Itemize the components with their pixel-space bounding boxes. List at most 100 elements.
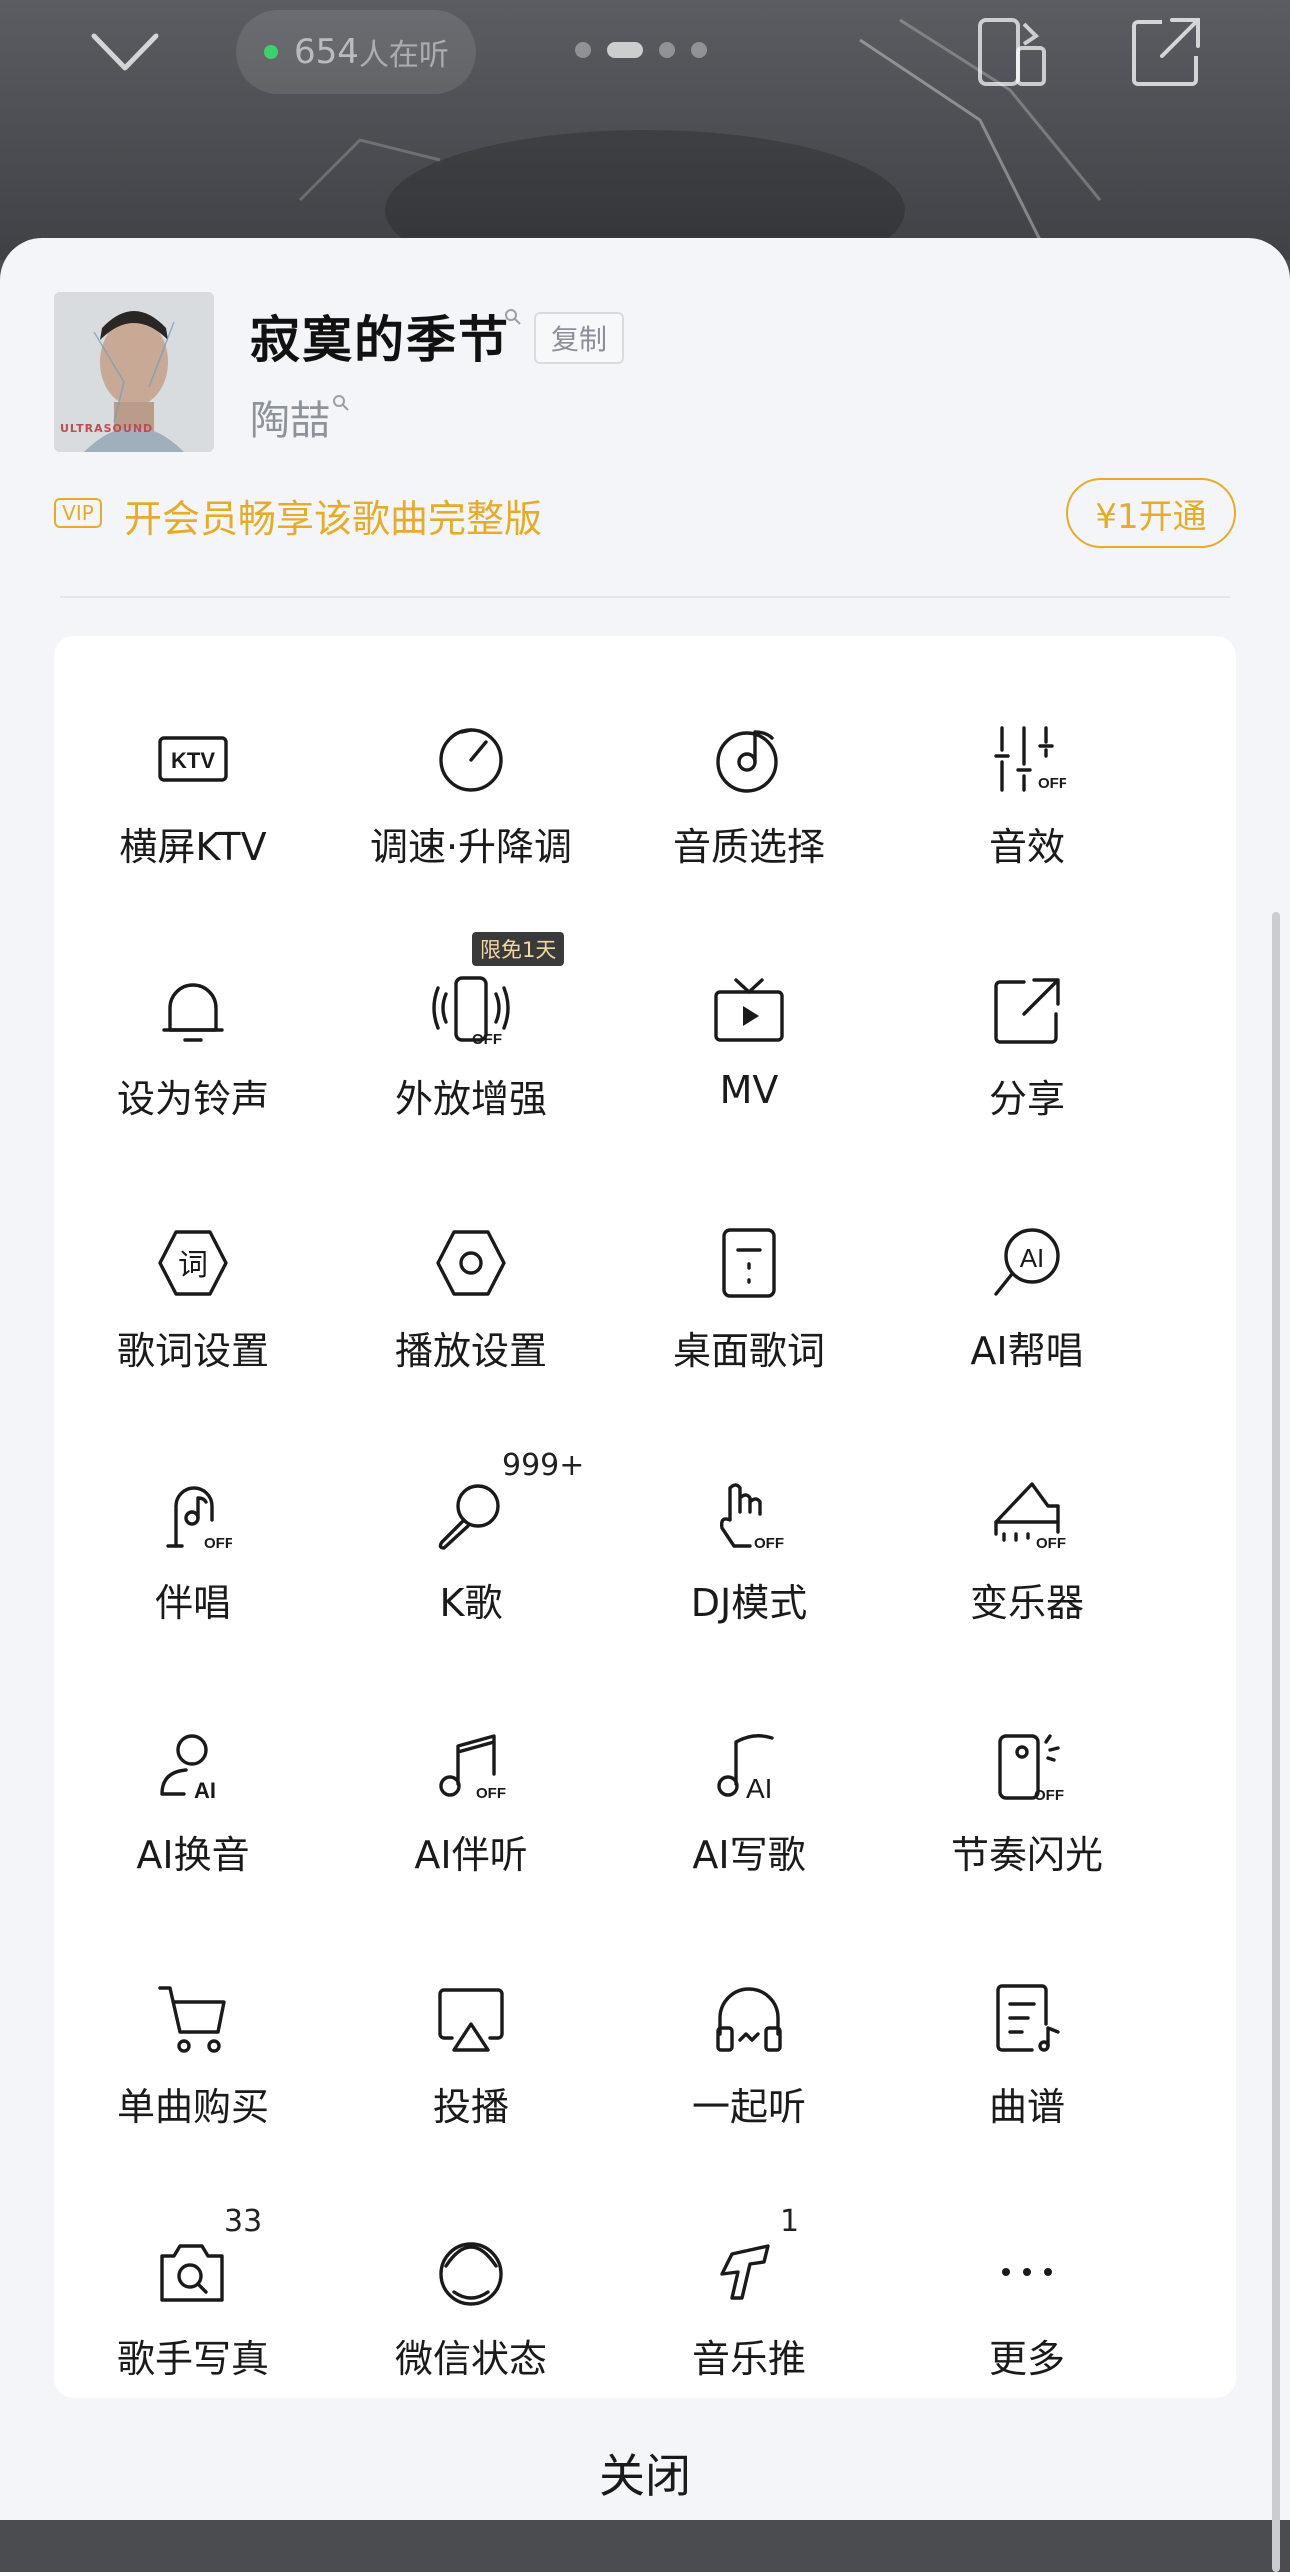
menu-item[interactable]: 一起听 (610, 1960, 888, 2160)
page-indicator (575, 42, 707, 58)
airplay-icon (438, 1988, 504, 2052)
vip-open-button[interactable]: ¥1开通 (1066, 478, 1236, 548)
menu-item-label: K歌 (439, 1581, 503, 1625)
menu-item[interactable]: 曲谱 (888, 1960, 1166, 2160)
menu-item-label: 微信状态 (394, 2337, 547, 2381)
listener-count-pill[interactable]: 654 人在听 (236, 10, 476, 94)
menu-item-label: 节奏闪光 (950, 1833, 1103, 1877)
music-push-icon (720, 2244, 770, 2300)
menu-item[interactable]: 微信状态 (332, 2212, 610, 2412)
menu-item-label: 设为铃声 (116, 1077, 269, 1121)
svg-text:KTV: KTV (171, 748, 215, 773)
menu-item[interactable]: OFF DJ模式 (610, 1456, 888, 1656)
menu-item-label: DJ模式 (690, 1581, 808, 1625)
menu-item[interactable]: 投播 (332, 1960, 610, 2160)
hexagon-settings-icon (436, 1230, 506, 1296)
scrollbar[interactable] (1272, 912, 1280, 2572)
camera-search-icon (160, 2244, 224, 2302)
menu-item[interactable]: OFF 音效 (888, 700, 1166, 900)
close-button[interactable]: 关闭 (0, 2440, 1290, 2506)
menu-item[interactable]: 桌面歌词 (610, 1204, 888, 1404)
share-out-icon[interactable] (1128, 14, 1204, 90)
count-badge: 33 (224, 2204, 263, 2239)
count-badge: 999+ (502, 1448, 585, 1483)
vip-promo-row: VIP 开会员畅享该歌曲完整版 ¥1开通 (54, 478, 1236, 550)
menu-item-label: AI换音 (136, 1833, 250, 1877)
ai-companion-off-icon: OFF (439, 1734, 506, 1802)
menu-item[interactable]: 音乐推 1 (610, 2204, 888, 2412)
copy-title-button[interactable]: 复制 (534, 312, 624, 364)
artist-name[interactable]: 陶喆 (250, 388, 330, 446)
vip-promo-text[interactable]: 开会员畅享该歌曲完整版 (124, 488, 542, 543)
status-icon (439, 2242, 503, 2306)
share-icon (994, 978, 1060, 1044)
menu-item[interactable]: MV (610, 952, 888, 1152)
menu-item-label: 伴唱 (154, 1581, 231, 1625)
menu-item-label: 歌手写真 (116, 2337, 269, 2381)
menu-item[interactable]: OFF 伴唱 (54, 1456, 332, 1656)
ktv-icon: KTV (158, 736, 228, 782)
menu-item[interactable]: OFF 外放增强 限免1天 (332, 932, 610, 1152)
menu-item[interactable]: AI AI写歌 (610, 1708, 888, 1908)
dj-hand-off-icon: OFF (719, 1483, 784, 1552)
menu-item-label: AI写歌 (692, 1833, 806, 1877)
song-title[interactable]: 寂寞的季节 (250, 300, 510, 372)
menu-item[interactable]: OFF AI伴听 (332, 1708, 610, 1908)
menu-item-label: 播放设置 (394, 1329, 547, 1373)
menu-item-label: 桌面歌词 (672, 1329, 825, 1373)
menu-item[interactable]: 更多 (888, 2212, 1166, 2412)
menu-item[interactable]: 播放设置 (332, 1204, 610, 1404)
svg-text:OFF: OFF (204, 1535, 232, 1552)
menu-item-label: 外放增强 (394, 1077, 547, 1121)
phone-speaker-off-icon: OFF (432, 976, 510, 1048)
menu-item[interactable]: 设为铃声 (54, 952, 332, 1152)
desktop-lyrics-icon (722, 1228, 776, 1298)
menu-item[interactable]: AI AI换音 (54, 1708, 332, 1908)
menu-item-label: 音效 (988, 825, 1065, 869)
chevron-down-icon[interactable] (90, 22, 160, 82)
page-dot (659, 42, 675, 58)
cart-icon (158, 1986, 226, 2053)
divider (60, 596, 1230, 598)
menu-item[interactable]: 分享 (888, 952, 1166, 1152)
menu-item-label: 曲谱 (988, 2085, 1065, 2129)
menu-item-label: 单曲购买 (116, 2085, 269, 2129)
accompany-off-icon: OFF (166, 1486, 232, 1552)
speed-dial-icon (439, 728, 503, 792)
menu-item[interactable]: OFF 变乐器 (888, 1456, 1166, 1656)
svg-text:OFF: OFF (472, 1031, 502, 1048)
search-icon[interactable] (332, 394, 350, 412)
menu-item-label: MV (719, 1068, 779, 1112)
disc-note-icon (716, 730, 778, 793)
page-dot (575, 42, 591, 58)
count-badge: 1 (780, 2204, 800, 2239)
menu-item[interactable]: 词歌词设置 (54, 1204, 332, 1404)
menu-item[interactable]: 单曲购买 (54, 1960, 332, 2160)
menu-item-label: 更多 (988, 2337, 1065, 2381)
cover-caption: ULTRASOUND (60, 422, 154, 435)
tv-play-icon (714, 978, 784, 1042)
menu-item-label: 一起听 (691, 2085, 806, 2129)
headphones-icon (716, 1987, 782, 2052)
menu-item[interactable]: K歌 999+ (332, 1448, 610, 1656)
player-top-bar: 654 人在听 (0, 0, 1290, 110)
menu-item[interactable]: 歌手写真 33 (54, 2204, 332, 2412)
album-cover[interactable]: ULTRASOUND (54, 292, 214, 452)
menu-item[interactable]: 音质选择 (610, 700, 888, 900)
menu-item-label: 调速·升降调 (369, 825, 573, 869)
menu-item-label: AI帮唱 (970, 1329, 1084, 1373)
svg-text:OFF: OFF (476, 1785, 506, 1802)
svg-text:OFF: OFF (754, 1535, 784, 1552)
menu-item[interactable]: AI AI帮唱 (888, 1204, 1166, 1404)
menu-item-label: 变乐器 (969, 1581, 1084, 1625)
microphone-icon (438, 1484, 500, 1550)
search-icon[interactable] (504, 308, 522, 326)
device-switch-icon[interactable] (974, 14, 1050, 90)
listener-count: 654 (294, 32, 359, 72)
menu-item[interactable]: OFF 节奏闪光 (888, 1708, 1166, 1908)
menu-item[interactable]: KTV 横屏KTV (54, 700, 332, 900)
page-dot-active (607, 42, 643, 58)
svg-text:OFF: OFF (1038, 775, 1066, 792)
menu-item[interactable]: 调速·升降调 (332, 700, 610, 900)
svg-text:OFF: OFF (1036, 1535, 1066, 1552)
